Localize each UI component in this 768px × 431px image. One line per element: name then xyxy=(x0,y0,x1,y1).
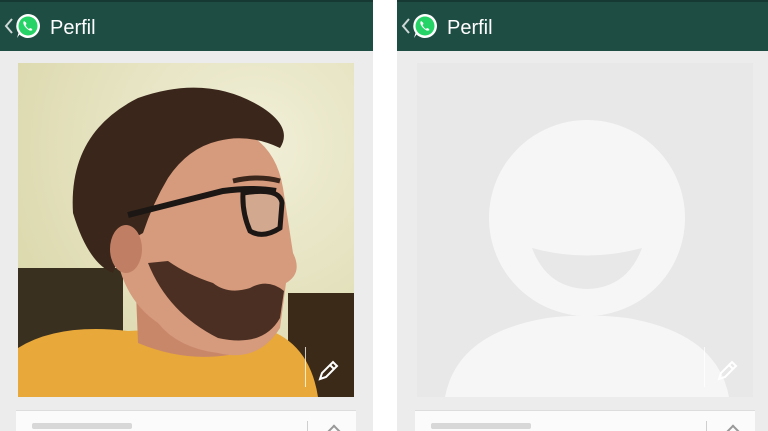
whatsapp-icon[interactable] xyxy=(14,12,42,40)
info-card[interactable] xyxy=(16,410,356,431)
chevron-left-icon[interactable] xyxy=(401,16,411,36)
pencil-icon[interactable] xyxy=(715,359,739,383)
profile-photo[interactable] xyxy=(18,63,354,397)
whatsapp-icon[interactable] xyxy=(411,12,439,40)
profile-screen-placeholder: Perfil xyxy=(397,0,768,431)
info-edit-icon[interactable] xyxy=(325,424,343,431)
app-bar: Perfil xyxy=(0,0,373,51)
info-card[interactable] xyxy=(415,410,755,431)
edit-divider xyxy=(305,347,306,387)
page-title: Perfil xyxy=(447,17,493,39)
edit-divider xyxy=(704,347,705,387)
profile-screen-with-photo: Perfil xyxy=(0,0,373,431)
pencil-icon[interactable] xyxy=(316,359,340,383)
info-edit-icon[interactable] xyxy=(724,424,742,431)
chevron-left-icon[interactable] xyxy=(4,16,14,36)
app-bar: Perfil xyxy=(397,0,768,51)
info-divider xyxy=(307,421,308,431)
info-text xyxy=(32,423,132,429)
profile-photo-placeholder[interactable] xyxy=(417,63,753,397)
info-text xyxy=(431,423,531,429)
profile-photo-image xyxy=(18,63,354,397)
info-divider xyxy=(706,421,707,431)
page-title: Perfil xyxy=(50,17,96,39)
default-avatar-icon xyxy=(417,63,751,397)
